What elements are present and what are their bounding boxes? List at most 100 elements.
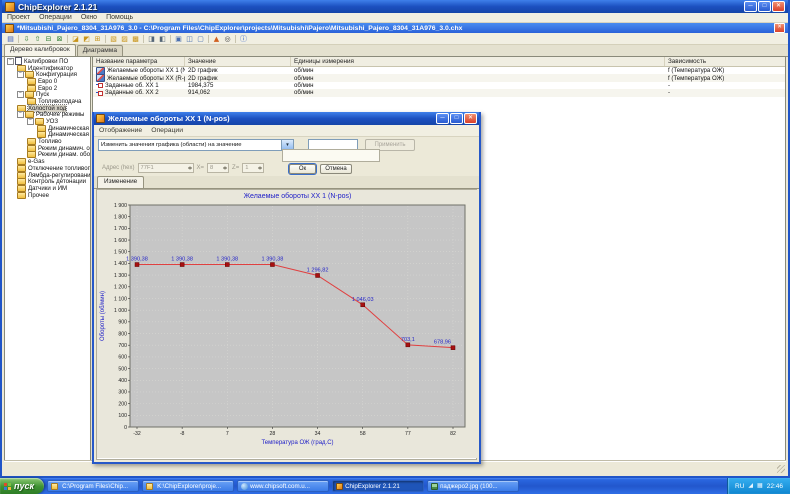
close-button[interactable]: ✕ <box>772 1 785 12</box>
data-point[interactable] <box>180 263 184 267</box>
folder-maps-icon[interactable]: ▧ <box>108 34 119 44</box>
document-titlebar[interactable]: *Mitsubishi_Pajero_8304_31A976_3.0 - C:\… <box>2 23 788 33</box>
search-icon[interactable]: ◎ <box>222 34 233 44</box>
cell-text: 1984,375 <box>188 82 213 89</box>
taskbar-task[interactable]: ChipExplorer 2.1.21 <box>332 480 424 492</box>
taskbar-task[interactable]: C:\Program Files\Chip... <box>47 480 139 492</box>
tab-edit[interactable]: Изменение <box>97 176 144 188</box>
dialog-close-button[interactable]: ✕ <box>464 113 477 124</box>
read-file-icon[interactable]: ⇩ <box>21 34 32 44</box>
start-button[interactable]: пуск <box>0 478 44 494</box>
data-point[interactable] <box>361 303 365 307</box>
address-stepper[interactable]: 77F1 <box>138 163 194 173</box>
point-label: 1 390,38 <box>262 257 284 263</box>
collapse-icon[interactable]: − <box>27 118 34 125</box>
dialog-titlebar[interactable]: Желаемые обороты ХХ 1 (N-pos) ─ □ ✕ <box>94 112 479 125</box>
table-cell: - <box>665 89 786 96</box>
tab-calibration-tree[interactable]: Дерево калибровок <box>4 44 76 56</box>
column-header[interactable]: Зависимость <box>665 57 786 66</box>
volume-icon[interactable]: ◢ <box>748 483 753 489</box>
collapse-icon[interactable]: − <box>7 58 14 65</box>
network-icon[interactable]: ▦ <box>757 483 763 489</box>
task-label: K:\ChipExplorer\proje... <box>157 483 221 490</box>
language-indicator[interactable]: RU <box>735 483 744 490</box>
plot-area[interactable] <box>130 205 465 427</box>
y-tick-label: 400 <box>118 378 127 384</box>
copy-icon[interactable]: ◨ <box>146 34 157 44</box>
write-chip-icon[interactable]: ⊠ <box>54 34 65 44</box>
table-cell: об/мин <box>291 75 665 82</box>
data-point[interactable] <box>270 263 274 267</box>
rpm-curve-chart[interactable]: Желаемые обороты ХХ 1 (N-pos)01002003004… <box>97 190 478 458</box>
read-chip-icon[interactable]: ⊟ <box>43 34 54 44</box>
dialog-maximize-button[interactable]: □ <box>450 113 463 124</box>
y-tick-label: 1 100 <box>114 296 127 302</box>
menu-item[interactable]: Окно <box>81 14 97 21</box>
taskbar-task[interactable]: www.chipsoft.com.u... <box>237 480 329 492</box>
collapse-icon[interactable]: − <box>17 71 24 78</box>
open-project-icon[interactable]: ◪ <box>70 34 81 44</box>
window-tile-icon[interactable]: ◫ <box>184 34 195 44</box>
taskbar-task[interactable]: паджеро2.jpg (100... <box>427 480 519 492</box>
cell-text: об/мин <box>294 89 314 96</box>
menu-display[interactable]: Отображение <box>99 127 142 134</box>
tab-diagram[interactable]: Диаграмма <box>77 45 123 56</box>
cell-text: f (Температура ОЖ) <box>668 75 724 82</box>
window-cascade-icon[interactable]: ▣ <box>173 34 184 44</box>
save-icon[interactable]: ▤ <box>5 34 16 44</box>
desktop: ChipExplorer 2.1.21 ─ □ ✕ Проект Операции… <box>0 0 790 494</box>
data-point[interactable] <box>406 343 410 347</box>
table-row[interactable]: Заданные об. ХХ 11984,375об/мин- <box>93 82 785 89</box>
action-select[interactable]: Изменить значения графика (области) на з… <box>98 139 294 151</box>
menu-item[interactable]: Помощь <box>106 14 133 21</box>
value-readout-panel <box>282 149 380 162</box>
paste-icon[interactable]: ◧ <box>157 34 168 44</box>
resize-grip-icon[interactable] <box>777 465 785 473</box>
data-point[interactable] <box>451 346 455 350</box>
z-stepper[interactable]: 1 <box>242 163 264 173</box>
maximize-button[interactable]: □ <box>758 1 771 12</box>
column-header[interactable]: Название параметра <box>93 57 185 66</box>
table-row[interactable]: Желаемые обороты ХХ 1 (N-pos)2D графикоб… <box>93 67 785 74</box>
cell-text: 2D график <box>188 67 218 74</box>
menu-item[interactable]: Операции <box>39 14 72 21</box>
cell-text: Заданные об. ХХ 1 <box>105 82 159 89</box>
folder-export-icon[interactable]: ▩ <box>130 34 141 44</box>
folder-icon <box>51 483 58 490</box>
x-stepper[interactable]: 8 <box>207 163 229 173</box>
x-tick-label: 34 <box>315 431 321 437</box>
folder-compare-icon[interactable]: ▨ <box>119 34 130 44</box>
table-row[interactable]: Желаемые обороты ХХ (R-pos)2D графикоб/м… <box>93 74 785 81</box>
collapse-icon[interactable]: − <box>17 91 24 98</box>
main-titlebar[interactable]: ChipExplorer 2.1.21 ─ □ ✕ <box>2 0 788 13</box>
table-cell: 2D график <box>185 75 291 82</box>
table-row[interactable]: Заданные об. ХХ 2914,062об/мин- <box>93 89 785 96</box>
write-file-icon[interactable]: ⇧ <box>32 34 43 44</box>
add-project-icon[interactable]: ⊞ <box>92 34 103 44</box>
y-tick-label: 1 000 <box>114 308 127 314</box>
info-icon[interactable]: ⓘ <box>238 34 249 44</box>
data-point[interactable] <box>135 263 139 267</box>
window-close-icon[interactable]: ▢ <box>195 34 206 44</box>
toolbar-separator <box>208 35 209 43</box>
cancel-button[interactable]: Отмена <box>320 164 352 174</box>
menu-operations[interactable]: Операции <box>151 127 183 134</box>
clock[interactable]: 22:46 <box>767 483 783 490</box>
point-label: 1 390,38 <box>216 257 238 263</box>
column-header[interactable]: Единицы измерения <box>291 57 665 66</box>
ok-button[interactable]: Ок <box>289 164 316 174</box>
taskbar-task[interactable]: K:\ChipExplorer\proje... <box>142 480 234 492</box>
y-tick-label: 1 900 <box>114 203 127 209</box>
collapse-icon[interactable]: − <box>17 111 24 118</box>
data-point[interactable] <box>316 273 320 277</box>
dialog-minimize-button[interactable]: ─ <box>436 113 449 124</box>
column-header[interactable]: Значение <box>185 57 291 66</box>
tree-item[interactable]: Прочее <box>5 192 90 199</box>
data-point[interactable] <box>225 263 229 267</box>
save-project-icon[interactable]: ◩ <box>81 34 92 44</box>
minimize-button[interactable]: ─ <box>744 1 757 12</box>
menu-item[interactable]: Проект <box>7 14 30 21</box>
document-close-icon[interactable]: ✕ <box>774 23 785 33</box>
tree-item-label: Прочее <box>28 192 49 199</box>
chart-icon[interactable]: ▲ <box>211 34 222 44</box>
